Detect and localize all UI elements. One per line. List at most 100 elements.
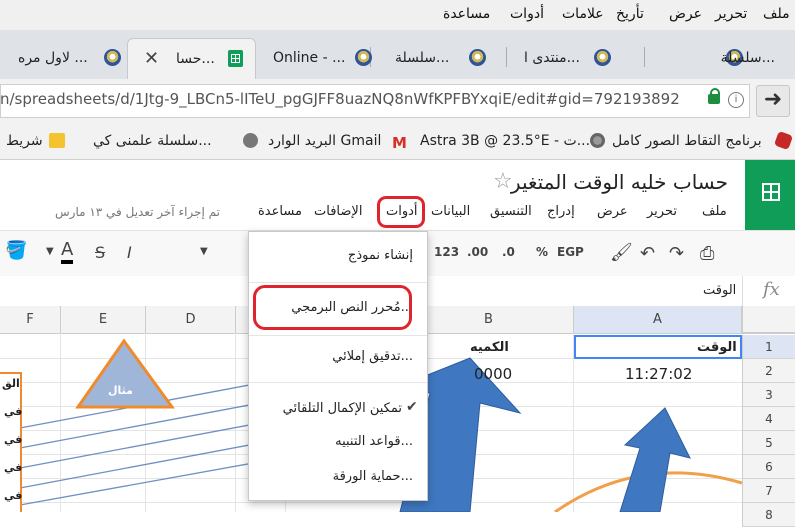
paint-format-icon[interactable]: 🖌 xyxy=(610,242,633,263)
globe-icon xyxy=(469,49,486,66)
bookmark-5[interactable]: شريط xyxy=(6,133,43,149)
redo-icon[interactable]: ↷ xyxy=(669,243,684,264)
globe-icon xyxy=(104,49,121,66)
os-menu-history[interactable]: تأريخ xyxy=(616,6,644,22)
folder-icon xyxy=(49,133,65,148)
column-header-a[interactable]: A xyxy=(574,306,742,333)
tab-1[interactable]: سلسلة... xyxy=(650,38,795,78)
row-header-8[interactable]: 8 xyxy=(742,503,795,527)
bookmark-1[interactable]: برنامج التقاط الصور كامل xyxy=(612,133,762,149)
os-menu-tools[interactable]: أدوات xyxy=(510,6,544,22)
chevron-down-icon[interactable]: ▼ xyxy=(46,246,54,257)
menu-view[interactable]: عرض xyxy=(597,204,628,219)
os-menu-edit[interactable]: تحرير xyxy=(715,6,747,22)
tab-4[interactable]: Online - ... xyxy=(255,38,372,78)
column-header-f[interactable]: F xyxy=(0,306,61,333)
os-menu-bookmarks[interactable]: علامات xyxy=(562,6,604,22)
menu-addons[interactable]: الإضافات xyxy=(314,204,362,219)
menu-data[interactable]: البيانات xyxy=(431,204,470,219)
cell-b1[interactable]: الكميه xyxy=(470,340,509,355)
left-box-text: في xyxy=(4,489,23,502)
script-editor-highlight xyxy=(253,285,412,330)
tab-label: Online - ... xyxy=(273,50,346,66)
bookmark-2[interactable]: Astra 3B @ 23.5°E - ت... xyxy=(420,133,590,149)
italic-icon[interactable]: I xyxy=(127,243,132,262)
menu-item-create-form[interactable]: إنشاء نموذج xyxy=(348,248,413,263)
row-header-4[interactable]: 4 xyxy=(742,407,795,431)
menu-file[interactable]: ملف xyxy=(702,204,727,219)
document-title[interactable]: حساب خليه الوقت المتغير xyxy=(511,170,728,194)
strikethrough-icon[interactable]: S xyxy=(95,243,105,262)
star-icon[interactable]: ☆ xyxy=(493,169,513,194)
lock-shackle-icon xyxy=(710,88,720,96)
tab-label: لاول مره ... xyxy=(18,50,88,66)
triangle-shape xyxy=(75,338,175,409)
os-menu-file[interactable]: ملف xyxy=(763,6,790,22)
cell-a2[interactable]: 11:27:02 xyxy=(625,365,692,383)
formula-input[interactable]: الوقت xyxy=(703,283,736,298)
menu-insert[interactable]: إدراج xyxy=(547,204,575,219)
chevron-down-icon[interactable]: ▼ xyxy=(200,246,208,257)
row-header-7[interactable]: 7 xyxy=(742,479,795,503)
os-menu-bar: ملف تحرير عرض تأريخ علامات أدوات مساعدة xyxy=(0,0,795,31)
left-box-text: في xyxy=(4,433,23,446)
last-edit-text[interactable]: تم إجراء آخر تعديل في ١٣ مارس xyxy=(55,205,220,219)
tools-dropdown-menu: إنشاء نموذج مُحرر النص البرمجي... تدقيق … xyxy=(248,231,428,501)
row-header-3[interactable]: 3 xyxy=(742,383,795,407)
menu-item-notification-rules[interactable]: قواعد التنبيه... xyxy=(335,434,413,449)
os-menu-view[interactable]: عرض xyxy=(669,6,702,22)
bookmark-4[interactable]: سلسلة علمنى كي... xyxy=(93,133,212,149)
tab-label: سلسلة... xyxy=(395,50,450,66)
more-formats-button[interactable]: 123 xyxy=(434,245,459,259)
tab-bar: سلسلة... منتدى ا... سلسلة... Online - ..… xyxy=(0,30,795,80)
currency-button[interactable]: EGP xyxy=(557,245,584,259)
column-header-d[interactable]: D xyxy=(146,306,236,333)
sheets-grid-icon xyxy=(762,183,780,201)
print-icon[interactable]: ⎙ xyxy=(700,243,714,264)
blue-arrow-right xyxy=(619,407,691,512)
menu-format[interactable]: التنسيق xyxy=(490,204,532,219)
row-header-2[interactable]: 2 xyxy=(742,359,795,383)
red-app-icon xyxy=(773,130,794,151)
tab-3[interactable]: سلسلة... xyxy=(375,38,506,78)
undo-icon[interactable]: ↶ xyxy=(640,243,655,264)
row-header-5[interactable]: 5 xyxy=(742,431,795,455)
globe-icon xyxy=(243,133,258,148)
decrease-decimal-button[interactable]: .0 xyxy=(502,245,515,259)
tab-label: منتدى ا... xyxy=(524,50,580,66)
close-tab-icon[interactable]: ✕ xyxy=(144,48,159,69)
row-header-1[interactable]: 1 xyxy=(742,335,795,359)
os-menu-help[interactable]: مساعدة xyxy=(443,6,490,22)
percent-button[interactable]: % xyxy=(536,245,548,259)
menu-help[interactable]: مساعدة xyxy=(258,204,302,219)
globe-icon xyxy=(594,49,611,66)
sheets-logo[interactable] xyxy=(745,160,795,232)
menu-item-autocomplete[interactable]: تمكين الإكمال التلقائي xyxy=(283,401,402,416)
fill-color-icon[interactable]: 🪣 xyxy=(5,240,27,261)
row-header-6[interactable]: 6 xyxy=(742,455,795,479)
cell-b2[interactable]: 0000 xyxy=(474,365,512,383)
bookmarks-bar: برنامج التقاط الصور كامل Astra 3B @ 23.5… xyxy=(0,123,795,160)
text-color-icon[interactable]: A xyxy=(61,239,74,264)
gmail-icon: M xyxy=(392,134,407,152)
tab-active-sheets[interactable]: حسا... ✕ xyxy=(127,38,256,79)
tab-6[interactable]: لاول مره ... xyxy=(0,38,122,78)
tools-menu-highlight xyxy=(377,196,425,228)
increase-decimal-button[interactable]: .00 xyxy=(467,245,488,259)
menu-item-protect-sheet[interactable]: حماية الورقة... xyxy=(333,469,413,484)
column-header-b[interactable]: B xyxy=(404,306,574,333)
select-all-corner[interactable] xyxy=(742,306,795,333)
menu-edit[interactable]: تحرير xyxy=(647,204,677,219)
column-header-e[interactable]: E xyxy=(61,306,146,333)
sheets-icon xyxy=(228,50,243,67)
forward-arrow-icon[interactable]: ➜ xyxy=(756,85,790,117)
bookmark-3[interactable]: البريد الوارد Gmail xyxy=(268,133,381,149)
triangle-label[interactable]: مثال xyxy=(108,384,133,397)
tab-2[interactable]: منتدى ا... xyxy=(510,38,644,78)
left-box-text: في xyxy=(4,405,23,418)
tab-label: سلسلة... xyxy=(720,50,775,66)
check-icon: ✔ xyxy=(406,399,418,415)
cell-a1[interactable]: الوقت xyxy=(697,340,737,355)
info-icon[interactable]: i xyxy=(728,92,744,108)
menu-item-spell-check[interactable]: تدقيق إملائي... xyxy=(332,349,413,364)
